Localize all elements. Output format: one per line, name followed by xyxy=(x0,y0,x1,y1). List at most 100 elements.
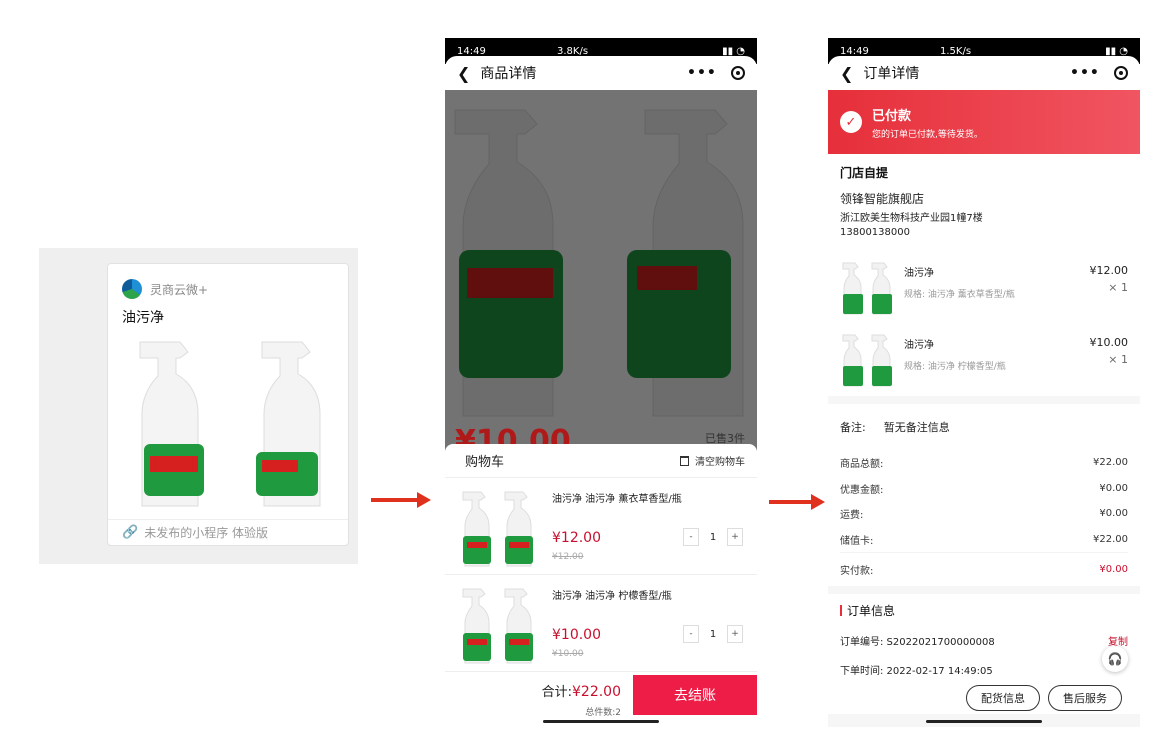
amount-row: 储值卡: ¥22.00 xyxy=(840,527,1128,553)
nav-bar: ❮ 商品详情 ••• xyxy=(445,56,757,90)
status-network-speed: 1.5K/s xyxy=(940,45,972,57)
store-address: 浙江欧美生物科技产业园1幢7楼 xyxy=(840,213,983,224)
amount-row: 商品总额: ¥22.00 xyxy=(840,450,1128,476)
flow-arrow-icon xyxy=(769,494,825,510)
status-network-speed: 3.8K/s xyxy=(557,45,589,57)
nav-bar: ❮ 订单详情 ••• xyxy=(828,56,1140,90)
store-name: 领锋智能旗舰店 xyxy=(840,192,925,206)
store-phone: 13800138000 xyxy=(840,227,910,238)
status-time: 14:49 xyxy=(840,45,869,57)
signal-battery-icon: ▮▮ ◔ xyxy=(722,45,745,57)
more-icon[interactable]: ••• xyxy=(1070,65,1100,81)
close-mini-program-icon[interactable] xyxy=(1114,66,1128,80)
clear-cart-label: 清空购物车 xyxy=(695,457,745,468)
cart-item-name: 油污净 油污净 薰衣草香型/瓶 xyxy=(552,494,682,505)
flow-arrow-icon xyxy=(371,492,431,508)
home-indicator xyxy=(926,720,1042,723)
home-indicator xyxy=(543,720,659,723)
amount-list: 商品总额: ¥22.00 优惠金额: ¥0.00 运费: ¥0.00 储值卡: … xyxy=(828,450,1140,586)
order-item[interactable]: 油污净 规格: 油污净 柠檬香型/瓶 ¥10.00 × 1 xyxy=(828,324,1140,396)
share-preview-area: 灵商云微+ 油污净 🔗 未发布的小程序 体验版 xyxy=(39,248,358,564)
mini-program-share-card[interactable]: 灵商云微+ 油污净 🔗 未发布的小程序 体验版 xyxy=(107,263,349,546)
product-thumbnail xyxy=(840,332,900,388)
share-card-header: 灵商云微+ xyxy=(122,278,208,300)
delivery-info-button[interactable]: 配货信息 xyxy=(966,685,1040,711)
increase-button[interactable]: + xyxy=(727,528,743,546)
cart-item-name: 油污净 油污净 柠檬香型/瓶 xyxy=(552,591,672,602)
order-item[interactable]: 油污净 规格: 油污净 薰衣草香型/瓶 ¥12.00 × 1 xyxy=(828,252,1140,324)
decrease-button[interactable]: - xyxy=(683,528,699,546)
amount-value: ¥22.00 xyxy=(1093,533,1128,545)
cart-popup: 购物车 清空购物车 油污净 油污净 薰衣草香型/瓶 ¥12.00 ¥12.00 xyxy=(445,444,757,727)
cart-title: 购物车 xyxy=(465,455,505,470)
back-icon[interactable]: ❮ xyxy=(457,64,470,83)
amount-row: 运费: ¥0.00 xyxy=(840,501,1128,527)
order-item-spec: 规格: 油污净 薰衣草香型/瓶 xyxy=(904,290,1015,300)
amount-label: 储值卡: xyxy=(840,535,874,547)
order-item-price: ¥12.00 xyxy=(1089,264,1129,277)
order-status-subtitle: 您的订单已付款,等待发货。 xyxy=(872,129,983,140)
amount-label: 运费: xyxy=(840,510,864,522)
cart-total-label: 合计: xyxy=(541,685,572,700)
cart-item-price: ¥12.00 xyxy=(552,530,601,546)
product-thumbnail xyxy=(459,585,547,665)
more-icon[interactable]: ••• xyxy=(687,65,717,81)
status-time: 14:49 xyxy=(457,45,486,57)
quantity-stepper: - 1 + xyxy=(683,528,743,546)
product-thumbnail xyxy=(840,260,900,316)
order-item-qty: × 1 xyxy=(1108,281,1128,294)
order-number-row: 订单编号: S2022021700000008 复制 xyxy=(840,633,1128,648)
cart-item-original-price: ¥12.00 xyxy=(552,552,584,562)
order-time-row: 下单时间: 2022-02-17 14:49:05 xyxy=(840,662,1128,677)
signal-battery-icon: ▮▮ ◔ xyxy=(1105,45,1128,57)
amount-label: 商品总额: xyxy=(840,459,884,471)
amount-value: ¥0.00 xyxy=(1099,482,1128,494)
order-item-spec: 规格: 油污净 柠檬香型/瓶 xyxy=(904,362,1006,372)
check-icon: ✓ xyxy=(840,111,862,133)
quantity-value[interactable]: 1 xyxy=(699,629,727,640)
mini-program-capsule: ••• xyxy=(675,61,749,85)
decrease-button[interactable]: - xyxy=(683,625,699,643)
cart-total: 合计:¥22.00 xyxy=(542,681,621,700)
amount-value: ¥0.00 xyxy=(1099,508,1128,520)
clear-cart-button[interactable]: 清空购物车 xyxy=(680,453,745,468)
quantity-value[interactable]: 1 xyxy=(699,532,727,543)
customer-service-icon[interactable]: 🎧 xyxy=(1102,646,1128,672)
product-image xyxy=(122,334,336,508)
amount-value: ¥22.00 xyxy=(1093,457,1128,469)
order-remark: 备注: 暂无备注信息 xyxy=(828,404,1140,450)
quantity-stepper: - 1 + xyxy=(683,625,743,643)
close-mini-program-icon[interactable] xyxy=(731,66,745,80)
link-icon: 🔗 xyxy=(122,525,139,540)
share-card-footer-text: 未发布的小程序 体验版 xyxy=(144,526,269,540)
remark-label: 备注: xyxy=(840,421,866,434)
cart-header: 购物车 清空购物车 xyxy=(445,444,757,478)
order-status-title: 已付款 xyxy=(872,108,912,124)
share-card-title: 油污净 xyxy=(122,310,164,326)
back-icon[interactable]: ❮ xyxy=(840,64,853,83)
amount-row: 优惠金额: ¥0.00 xyxy=(840,476,1128,502)
after-sale-button[interactable]: 售后服务 xyxy=(1048,685,1122,711)
amounts-section: 备注: 暂无备注信息 商品总额: ¥22.00 优惠金额: ¥0.00 运费: … xyxy=(828,404,1140,586)
cart-item: 油污净 油污净 柠檬香型/瓶 ¥10.00 ¥10.00 - 1 + xyxy=(445,575,757,672)
app-name: 灵商云微+ xyxy=(150,282,209,297)
order-time: 下单时间: 2022-02-17 14:49:05 xyxy=(840,666,993,677)
order-info-heading: 订单信息 xyxy=(840,602,1128,619)
cart-item-count: 总件数:2 xyxy=(585,708,621,718)
order-item-price: ¥10.00 xyxy=(1089,336,1129,349)
remark-value: 暂无备注信息 xyxy=(883,421,950,434)
increase-button[interactable]: + xyxy=(727,625,743,643)
paid-amount-row: 实付款: ¥0.00 xyxy=(840,552,1128,586)
order-item-name: 油污净 xyxy=(904,340,934,351)
pickup-heading: 门店自提 xyxy=(840,166,889,180)
mini-program-capsule: ••• xyxy=(1058,61,1132,85)
checkout-button[interactable]: 去结账 xyxy=(633,675,757,715)
cart-total-amount: ¥22.00 xyxy=(572,684,621,700)
product-detail-screen: 14:49 3.8K/s ▮▮ ◔ ❮ 商品详情 ••• 1/ ¥10.00 已… xyxy=(445,38,757,727)
paid-amount-value: ¥0.00 xyxy=(1099,564,1128,575)
amount-label: 优惠金额: xyxy=(840,484,884,496)
product-thumbnail xyxy=(459,488,547,568)
app-logo-icon xyxy=(122,279,142,299)
cart-item-original-price: ¥10.00 xyxy=(552,649,584,659)
pickup-info: 门店自提 领锋智能旗舰店 浙江欧美生物科技产业园1幢7楼 13800138000 xyxy=(828,154,1140,252)
